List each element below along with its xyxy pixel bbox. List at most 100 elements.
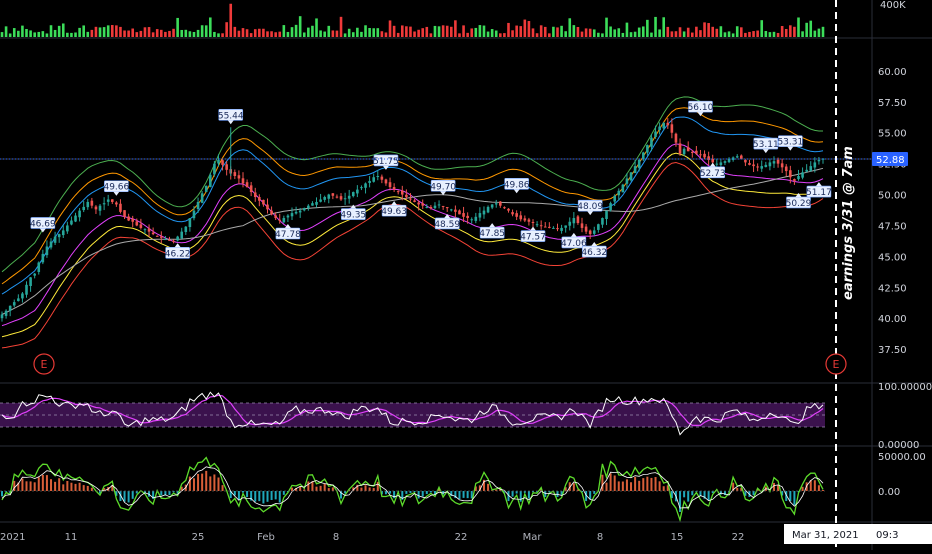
volume-bar xyxy=(99,27,102,37)
candle-body xyxy=(376,176,379,177)
volume-bar xyxy=(765,31,768,37)
volume-bar xyxy=(180,30,183,37)
volume-bar xyxy=(262,29,265,37)
candle-body xyxy=(797,176,800,179)
candle-body xyxy=(368,181,371,183)
volume-bar xyxy=(5,26,8,37)
osc-histogram-bar xyxy=(70,483,72,491)
candle-body xyxy=(765,165,768,167)
osc-histogram-bar xyxy=(75,484,77,491)
candle-body xyxy=(818,160,821,161)
volume-bar xyxy=(524,20,527,37)
candle-body xyxy=(711,159,714,162)
volume-bar xyxy=(699,30,702,37)
volume-bar xyxy=(291,27,294,37)
candle-body xyxy=(189,218,192,227)
osc-axis-top-label: 50000.00 xyxy=(878,452,926,463)
candle-body xyxy=(148,228,151,231)
candle-body xyxy=(91,201,94,206)
volume-bar xyxy=(119,27,122,37)
cursor-date-text: Mar 31, 2021 xyxy=(792,530,859,541)
volume-bar xyxy=(777,33,780,37)
candle-body xyxy=(777,160,780,164)
osc-histogram-bar xyxy=(463,491,465,498)
volume-bar xyxy=(29,30,32,37)
price-tick-label: 45.00 xyxy=(878,252,907,263)
callout-label: 51.75 xyxy=(373,157,399,167)
candle-body xyxy=(409,199,412,200)
candle-body xyxy=(266,205,269,210)
volume-bar xyxy=(421,28,424,37)
osc-histogram-bar xyxy=(753,491,755,495)
candle-body xyxy=(544,227,547,228)
volume-bar xyxy=(495,31,498,37)
candle-body xyxy=(385,179,388,183)
volume-bar xyxy=(532,28,535,37)
volume-bar xyxy=(1,32,4,37)
candle-body xyxy=(156,236,159,237)
volume-bar xyxy=(246,29,249,37)
osc-histogram-bar xyxy=(634,477,636,491)
volume-bar xyxy=(434,26,437,37)
volume-bar xyxy=(671,31,674,37)
volume-bar xyxy=(352,32,355,37)
callout-label: 55.44 xyxy=(218,111,244,121)
candle-body xyxy=(58,234,61,237)
candle-body xyxy=(221,160,224,165)
candle-body xyxy=(540,225,543,226)
candle-body xyxy=(470,219,473,220)
volume-bar xyxy=(450,27,453,37)
candle-body xyxy=(507,209,510,211)
volume-bar xyxy=(528,21,531,37)
candle-body xyxy=(679,143,682,153)
osc-histogram-bar xyxy=(793,491,795,505)
volume-bar xyxy=(515,26,518,37)
volume-bar xyxy=(360,32,363,37)
candle-body xyxy=(666,123,669,125)
callout-label: 56.10 xyxy=(688,103,714,113)
candle-body xyxy=(401,191,404,195)
volume-bar xyxy=(646,20,649,37)
earnings-marker-right[interactable]: E xyxy=(826,354,846,374)
candle-body xyxy=(805,170,808,172)
candle-body xyxy=(37,263,40,272)
candle-body xyxy=(552,228,555,229)
osc-histogram-bar xyxy=(50,479,52,491)
osc-histogram-bar xyxy=(544,491,546,497)
candle-body xyxy=(160,236,163,237)
candle-body xyxy=(499,202,502,206)
osc-histogram-bar xyxy=(311,481,313,491)
volume-bar xyxy=(381,31,384,37)
candle-body xyxy=(115,202,118,204)
osc-histogram-bar xyxy=(275,491,277,499)
time-tick-label: 15 xyxy=(671,532,684,543)
callout-label: 48.09 xyxy=(577,202,603,212)
volume-bar xyxy=(536,33,539,37)
candle-body xyxy=(13,302,16,305)
volume-bar xyxy=(622,33,625,37)
volume-bar xyxy=(634,32,637,37)
candle-body xyxy=(413,200,416,202)
candle-body xyxy=(70,221,73,225)
volume-bar xyxy=(458,33,461,37)
candle-body xyxy=(364,183,367,187)
candle-body xyxy=(475,217,478,221)
osc-histogram-bar xyxy=(818,485,820,491)
osc-histogram-bar xyxy=(124,491,126,502)
volume-bar xyxy=(193,32,196,37)
candle-body xyxy=(454,210,457,212)
volume-bar xyxy=(258,29,261,37)
chart-canvas[interactable]: 46.6949.6646.2255.4447.7849.3551.7549.63… xyxy=(0,0,932,550)
volume-bar xyxy=(242,28,245,37)
candle-body xyxy=(299,211,302,213)
osc-histogram-bar xyxy=(802,487,804,491)
candle-body xyxy=(425,207,428,208)
candle-body xyxy=(789,170,792,177)
osc-histogram-bar xyxy=(320,486,322,491)
candle-body xyxy=(756,166,759,167)
candle-body xyxy=(336,197,339,198)
volume-bar xyxy=(82,25,85,37)
candle-body xyxy=(213,164,216,175)
volume-bar xyxy=(544,27,547,37)
osc-histogram-bar xyxy=(365,485,367,491)
